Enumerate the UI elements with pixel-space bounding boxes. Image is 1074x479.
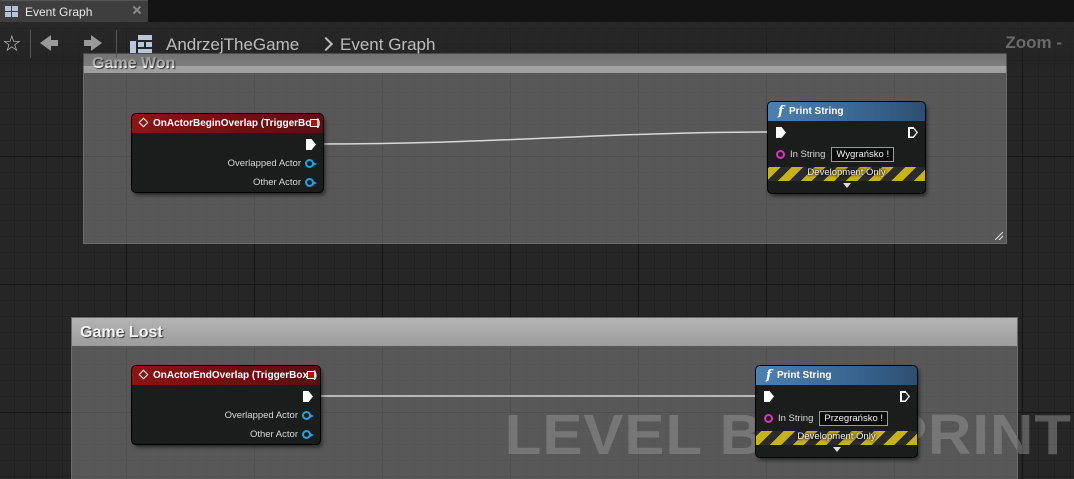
- event-icon: [138, 369, 149, 380]
- tab-bar: Event Graph: [0, 0, 1074, 22]
- node-title: OnActorBeginOverlap (TriggerBox): [153, 118, 321, 129]
- in-string-input[interactable]: Przegrańsko !: [819, 411, 889, 426]
- pin-overlapped-actor[interactable]: Overlapped Actor: [224, 410, 314, 421]
- object-pin-icon[interactable]: [302, 411, 314, 420]
- pin-in-string[interactable]: In String Wygrańsko !: [776, 147, 895, 162]
- object-pin-icon[interactable]: [305, 178, 317, 187]
- exec-input-pin[interactable]: [764, 391, 774, 402]
- node-header[interactable]: OnActorEndOverlap (TriggerBox2): [132, 366, 320, 385]
- node-header[interactable]: OnActorBeginOverlap (TriggerBox): [132, 114, 323, 133]
- exec-output-pin[interactable]: [900, 391, 910, 402]
- forward-arrow-icon[interactable]: [82, 33, 102, 53]
- in-string-input[interactable]: Wygrańsko !: [831, 147, 895, 162]
- pin-other-actor[interactable]: Other Actor: [252, 177, 317, 188]
- toolbar-divider: [30, 30, 31, 58]
- delegate-pin[interactable]: [307, 371, 315, 379]
- node-title: Print String: [789, 106, 844, 117]
- object-pin-icon[interactable]: [305, 159, 317, 168]
- exec-wire-won: [315, 131, 779, 145]
- pin-overlapped-actor[interactable]: Overlapped Actor: [227, 158, 317, 169]
- blueprint-icon: [130, 35, 152, 53]
- pin-label: In String: [778, 413, 814, 424]
- exec-output-pin[interactable]: [306, 139, 316, 150]
- exec-output-pin[interactable]: [908, 127, 918, 138]
- tab-event-graph[interactable]: Event Graph: [0, 0, 148, 22]
- pin-label: In String: [790, 149, 826, 160]
- star-icon[interactable]: ☆: [2, 34, 22, 56]
- development-only-label: Development Only: [797, 431, 876, 442]
- graph-toolbar: ☆ AndrzejTheGame Event Graph Zoom -: [0, 22, 1074, 66]
- pin-other-actor[interactable]: Other Actor: [249, 429, 314, 440]
- pin-in-string[interactable]: In String Przegrańsko !: [764, 411, 889, 426]
- string-pin-icon[interactable]: [764, 414, 773, 423]
- chevron-right-icon: [318, 36, 334, 52]
- exec-output-pin[interactable]: [303, 391, 313, 402]
- object-pin-icon[interactable]: [302, 430, 314, 439]
- node-print-string-lost[interactable]: f Print String In String Przegrańsko ! D…: [756, 366, 917, 457]
- breadcrumb-graph[interactable]: Event Graph: [340, 35, 435, 55]
- pin-label: Overlapped Actor: [227, 158, 301, 169]
- node-title: OnActorEndOverlap (TriggerBox2): [153, 370, 317, 381]
- breadcrumb-project[interactable]: AndrzejTheGame: [166, 35, 299, 55]
- function-icon: f: [766, 368, 772, 383]
- node-on-actor-begin-overlap[interactable]: OnActorBeginOverlap (TriggerBox) Overlap…: [132, 114, 323, 192]
- function-icon: f: [778, 104, 784, 119]
- graph-canvas[interactable]: LEVEL BLUEPRINT Game Won Game Lost OnAct…: [0, 22, 1074, 479]
- node-title: Print String: [777, 370, 832, 381]
- zoom-level: Zoom -: [1005, 33, 1062, 52]
- tab-label: Event Graph: [25, 4, 93, 19]
- pin-label: Overlapped Actor: [224, 410, 298, 421]
- node-print-string-won[interactable]: f Print String In String Wygrańsko ! Dev…: [768, 102, 925, 193]
- expand-arrow-icon[interactable]: [842, 183, 851, 188]
- graph-tab-icon: [5, 5, 19, 18]
- node-on-actor-end-overlap[interactable]: OnActorEndOverlap (TriggerBox2) Overlapp…: [132, 366, 320, 444]
- pin-label: Other Actor: [249, 429, 298, 440]
- pin-label: Other Actor: [252, 177, 301, 188]
- close-tab-icon[interactable]: [132, 5, 142, 15]
- event-icon: [138, 117, 149, 128]
- development-only-label: Development Only: [807, 167, 886, 178]
- back-arrow-icon[interactable]: [40, 33, 60, 53]
- node-header[interactable]: f Print String: [756, 366, 917, 385]
- string-pin-icon[interactable]: [776, 150, 785, 159]
- delegate-pin[interactable]: [310, 119, 318, 127]
- toolbar-divider: [116, 30, 117, 58]
- expand-arrow-icon[interactable]: [832, 447, 841, 452]
- node-header[interactable]: f Print String: [768, 102, 925, 121]
- exec-input-pin[interactable]: [776, 127, 786, 138]
